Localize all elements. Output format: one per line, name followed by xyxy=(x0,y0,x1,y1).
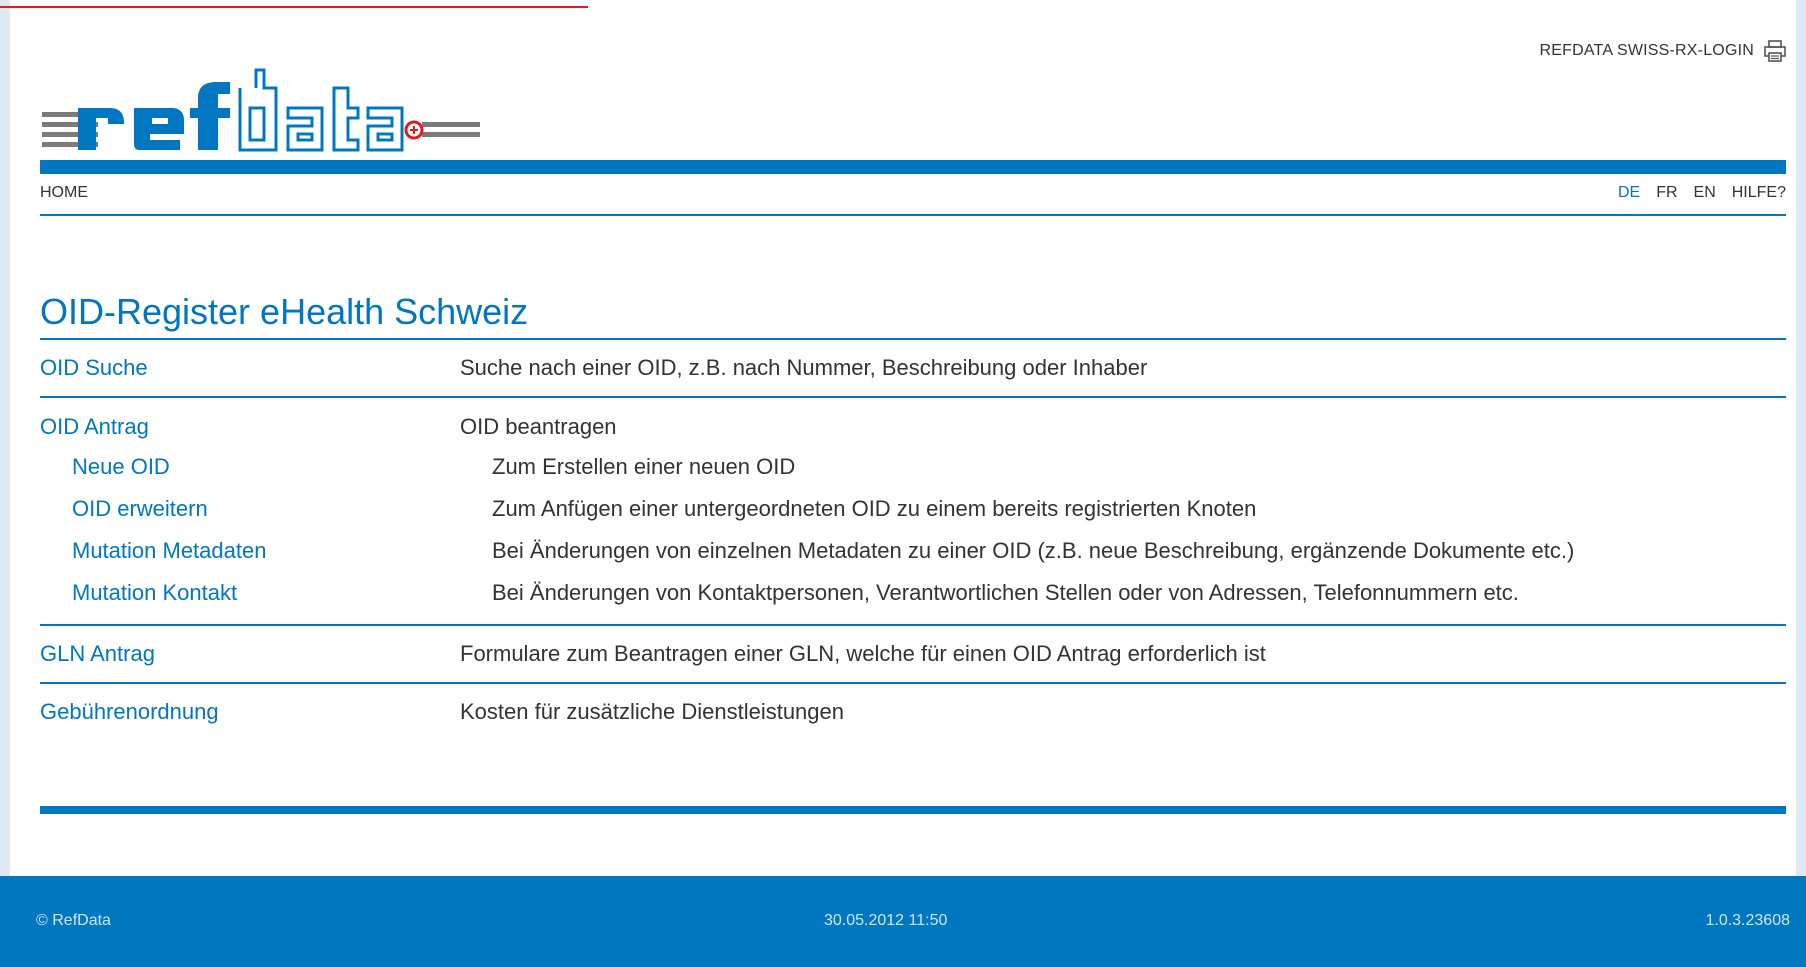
list-item: OID Antrag OID beantragen xyxy=(40,408,1786,446)
oid-erweitern-description: Zum Anfügen einer untergeordneten OID zu… xyxy=(492,496,1257,521)
list-item: Gebührenordnung Kosten für zusätzliche D… xyxy=(40,694,1786,730)
language-selector: DE FR EN HILFE? xyxy=(1618,184,1786,202)
footer-version: 1.0.3.23608 xyxy=(1705,912,1790,929)
section-gebuehrenordnung: Gebührenordnung Kosten für zusätzliche D… xyxy=(40,684,1786,740)
left-side-strip xyxy=(0,0,10,967)
refdata-logo[interactable] xyxy=(42,38,482,156)
mutation-metadaten-description: Bei Änderungen von einzelnen Metadaten z… xyxy=(492,538,1575,563)
header: REFDATA SWISS-RX-LOGIN xyxy=(40,0,1786,170)
lang-fr-link[interactable]: FR xyxy=(1656,184,1677,202)
oid-antrag-description: OID beantragen xyxy=(460,414,617,439)
lang-de-link[interactable]: DE xyxy=(1618,184,1640,202)
utility-links: REFDATA SWISS-RX-LOGIN xyxy=(1540,40,1787,62)
gebuehrenordnung-description: Kosten für zusätzliche Dienstleistungen xyxy=(460,699,844,724)
header-blue-bar xyxy=(40,160,1786,174)
oid-suche-link[interactable]: OID Suche xyxy=(40,355,460,381)
section-gln-antrag: GLN Antrag Formulare zum Beantragen eine… xyxy=(40,626,1786,684)
list-item: Neue OID Zum Erstellen einer neuen OID xyxy=(40,446,1786,488)
list-item: GLN Antrag Formulare zum Beantragen eine… xyxy=(40,636,1786,672)
mutation-metadaten-link[interactable]: Mutation Metadaten xyxy=(40,538,492,564)
main-content: OID-Register eHealth Schweiz OID Suche S… xyxy=(40,288,1786,740)
list-item: OID Suche Suche nach einer OID, z.B. nac… xyxy=(40,350,1786,386)
neue-oid-link[interactable]: Neue OID xyxy=(40,454,492,480)
footer-datetime: 30.05.2012 11:50 xyxy=(824,912,948,929)
page-title: OID-Register eHealth Schweiz xyxy=(40,288,1786,340)
gebuehrenordnung-link[interactable]: Gebührenordnung xyxy=(40,699,460,725)
top-navigation: HOME DE FR EN HILFE? xyxy=(40,174,1786,216)
oid-erweitern-link[interactable]: OID erweitern xyxy=(40,496,492,522)
printer-icon[interactable] xyxy=(1764,40,1786,62)
neue-oid-description: Zum Erstellen einer neuen OID xyxy=(492,454,796,479)
footer-copyright: © RefData xyxy=(36,912,111,929)
mutation-kontakt-link[interactable]: Mutation Kontakt xyxy=(40,580,492,606)
mutation-kontakt-description: Bei Änderungen von Kontaktpersonen, Vera… xyxy=(492,580,1519,605)
list-item: OID erweitern Zum Anfügen einer untergeo… xyxy=(40,488,1786,530)
page: REFDATA SWISS-RX-LOGIN HOME DE FR EN HIL… xyxy=(0,0,1806,967)
section-oid-antrag: OID Antrag OID beantragen Neue OID Zum E… xyxy=(40,398,1786,626)
swiss-rx-login-link[interactable]: REFDATA SWISS-RX-LOGIN xyxy=(1540,42,1755,60)
oid-antrag-link[interactable]: OID Antrag xyxy=(40,414,460,440)
oid-suche-description: Suche nach einer OID, z.B. nach Nummer, … xyxy=(460,355,1148,380)
help-link[interactable]: HILFE? xyxy=(1732,184,1786,202)
nav-home-link[interactable]: HOME xyxy=(40,184,88,202)
list-item: Mutation Metadaten Bei Änderungen von ei… xyxy=(40,530,1786,572)
lang-en-link[interactable]: EN xyxy=(1694,184,1716,202)
section-oid-suche: OID Suche Suche nach einer OID, z.B. nac… xyxy=(40,340,1786,398)
footer: © RefData 30.05.2012 11:50 1.0.3.23608 xyxy=(0,876,1806,967)
gln-antrag-link[interactable]: GLN Antrag xyxy=(40,641,460,667)
right-side-strip xyxy=(1796,0,1806,967)
list-item: Mutation Kontakt Bei Änderungen von Kont… xyxy=(40,572,1786,614)
gln-antrag-description: Formulare zum Beantragen einer GLN, welc… xyxy=(460,641,1266,666)
content-bottom-bar xyxy=(40,806,1786,814)
